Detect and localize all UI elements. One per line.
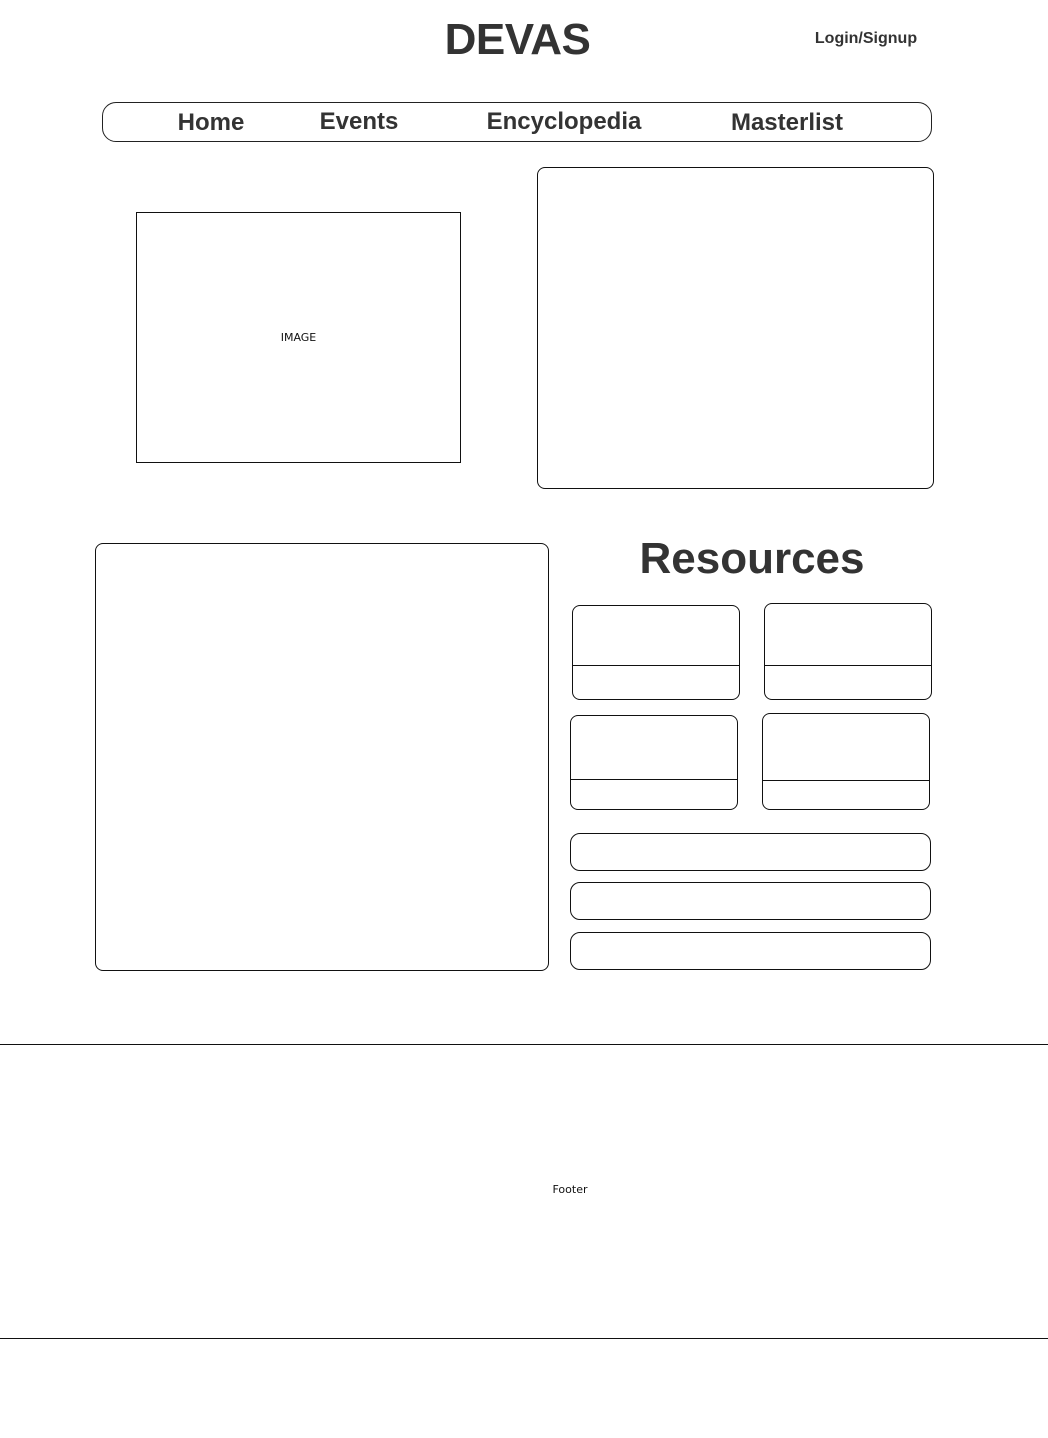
featured-content-panel xyxy=(537,167,934,489)
main-content-panel xyxy=(95,543,549,971)
resource-link-bar[interactable] xyxy=(570,882,931,920)
footer-label: Footer xyxy=(552,1183,588,1196)
resource-link-bar[interactable] xyxy=(570,932,931,970)
site-title: DEVAS xyxy=(444,15,591,64)
login-signup-link[interactable]: Login/Signup xyxy=(800,26,932,52)
image-placeholder-label: IMAGE xyxy=(280,331,317,344)
resource-card[interactable] xyxy=(764,603,932,700)
card-divider xyxy=(572,665,740,666)
resource-link-bar[interactable] xyxy=(570,833,931,871)
nav-item-encyclopedia[interactable]: Encyclopedia xyxy=(483,105,645,139)
resource-card[interactable] xyxy=(570,715,738,810)
nav-item-home[interactable]: Home xyxy=(163,106,259,140)
resource-card[interactable] xyxy=(572,605,740,700)
resource-card[interactable] xyxy=(762,713,930,810)
page-footer: Footer xyxy=(0,1044,1048,1339)
main-navbar: Home Events Encyclopedia Masterlist xyxy=(102,102,932,142)
nav-item-masterlist[interactable]: Masterlist xyxy=(723,106,851,140)
card-divider xyxy=(762,780,930,781)
card-divider xyxy=(570,779,738,780)
card-divider xyxy=(764,665,932,666)
resources-heading: Resources xyxy=(639,534,865,583)
hero-image-placeholder: IMAGE xyxy=(136,212,461,463)
nav-item-events[interactable]: Events xyxy=(313,105,405,139)
